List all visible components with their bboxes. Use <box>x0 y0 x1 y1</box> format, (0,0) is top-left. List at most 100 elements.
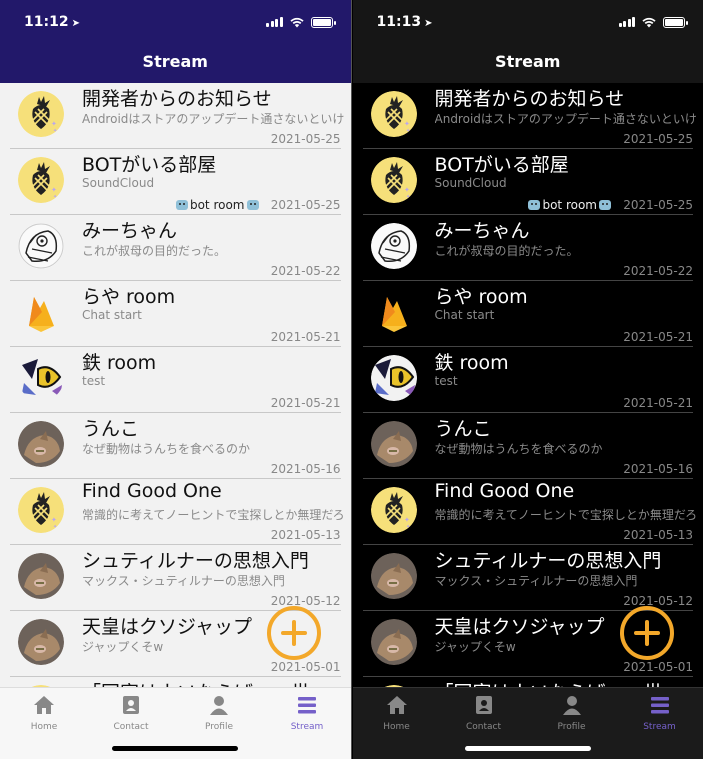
svg-text:✦: ✦ <box>51 120 57 128</box>
room-row[interactable]: 「国家はウソならば・・世… <box>363 677 694 687</box>
room-name: みーちゃん <box>434 220 530 242</box>
home-indicator[interactable] <box>464 746 591 751</box>
room-last-message: 常識的に考えてノーヒントで宝探しとか無理だろ <box>82 508 344 522</box>
tab-contact[interactable]: Contact <box>91 694 171 732</box>
room-row[interactable]: 「国家はウソならば・・世… <box>10 677 341 687</box>
room-row[interactable]: ✦✦ 開発者からのお知らせ Androidはストアのアップデート通さないといけな… <box>10 83 344 149</box>
pineapple-avatar: ✦ ✦ <box>18 91 64 137</box>
screenshot-comparison: Stream 11:12 ➤ ✦ ✦ 開発者からのお知らせ Androidはストアの… <box>0 0 703 759</box>
status-bar: 11:13 ➤ <box>353 0 703 44</box>
room-date: 2021-05-21 <box>270 396 341 410</box>
bot-room-badge: bot room <box>174 198 261 212</box>
room-row[interactable]: みーちゃん これが叔母の目的だった。 2021-05-22 <box>362 215 693 281</box>
tab-home[interactable]: Home <box>357 694 437 732</box>
cat-avatar <box>18 421 64 467</box>
tab-stream[interactable]: Stream <box>620 694 700 732</box>
robot-icon <box>246 200 259 210</box>
svg-text:✦: ✦ <box>406 524 410 530</box>
dark-mode-screen: Stream 11:13 ➤ ✦ ✦ 開発者からのお知らせ Androidはストアの… <box>352 0 703 759</box>
room-name: シュティルナーの思想入門 <box>82 550 309 572</box>
tab-home[interactable]: Home <box>4 694 84 732</box>
light-mode-screen: Stream 11:12 ➤ ✦ ✦ 開発者からのお知らせ Androidはストアの… <box>0 0 351 759</box>
room-row[interactable]: 鉄 room test 2021-05-21 <box>362 347 693 413</box>
add-room-button[interactable] <box>267 606 321 660</box>
manga-avatar <box>370 223 417 269</box>
room-name: 鉄 room <box>434 352 509 374</box>
room-last-message: Chat start <box>82 308 142 322</box>
room-name: 天皇はクソジャップ <box>82 616 253 638</box>
svg-text:✦: ✦ <box>51 516 57 524</box>
cat-avatar <box>370 553 417 599</box>
room-name: BOTがいる部屋 <box>434 154 569 176</box>
pineapple-avatar: ✦ ✦ <box>370 157 417 203</box>
clock: 11:13 <box>376 14 422 30</box>
room-row[interactable]: らや room Chat start 2021-05-21 <box>10 281 341 347</box>
room-name: 天皇はクソジャップ <box>434 616 605 638</box>
room-row[interactable]: ✦ ✦ BOTがいる部屋 SoundCloud bot room 2021-05-… <box>362 149 693 215</box>
firebase-avatar <box>18 289 64 335</box>
room-list[interactable]: ✦✦ 開発者からのお知らせ Androidはストアのアップデート通さないといけな… <box>352 83 703 687</box>
profile-icon <box>562 696 581 715</box>
contact-icon <box>475 696 492 714</box>
room-row[interactable]: らや room Chat start 2021-05-21 <box>362 281 693 347</box>
svg-text:✦: ✦ <box>404 516 410 524</box>
room-row[interactable]: ✦ ✦ Find Good One 常識的に考えてノーヒントで宝探しとか無理だろ … <box>10 479 344 545</box>
room-name: 開発者からのお知らせ <box>82 88 272 110</box>
home-icon <box>386 696 407 714</box>
svg-text:✦: ✦ <box>406 194 410 200</box>
room-date: 2021-05-21 <box>623 330 693 344</box>
room-row[interactable]: ✦✦ 開発者からのお知らせ Androidはストアのアップデート通さないといけな… <box>362 83 697 149</box>
room-date: 2021-05-25 <box>270 198 341 212</box>
tab-profile[interactable]: Profile <box>179 694 259 732</box>
room-date: 2021-05-16 <box>623 462 693 476</box>
room-row[interactable]: ✦ ✦ Find Good One 常識的に考えてノーヒントで宝探しとか無理だろ … <box>362 479 697 545</box>
bot-room-badge: bot room <box>526 198 613 212</box>
room-date: 2021-05-22 <box>623 264 693 278</box>
room-date: 2021-05-12 <box>270 594 341 608</box>
stream-icon <box>650 697 669 714</box>
tab-stream[interactable]: Stream <box>267 694 347 732</box>
room-last-message: test <box>82 374 106 388</box>
svg-text:✦: ✦ <box>406 128 410 134</box>
room-row[interactable]: ✦ ✦ BOTがいる部屋 SoundCloud bot room 2021-05-… <box>10 149 341 215</box>
cellular-signal-icon <box>266 17 283 27</box>
svg-text:✦: ✦ <box>53 524 57 530</box>
home-icon <box>34 696 54 714</box>
cat-avatar <box>370 619 417 665</box>
svg-text:✦: ✦ <box>404 186 410 194</box>
tab-contact[interactable]: Contact <box>444 694 524 732</box>
tab-profile[interactable]: Profile <box>532 694 612 732</box>
battery-icon <box>663 16 688 28</box>
room-row[interactable]: うんこ なぜ動物はうんちを食べるのか 2021-05-16 <box>10 413 341 479</box>
room-date: 2021-05-25 <box>270 132 341 146</box>
room-row[interactable]: シュティルナーの思想入門 マックス・シュティルナーの思想入門 2021-05-1… <box>362 545 693 611</box>
room-date: 2021-05-01 <box>623 660 693 674</box>
room-row[interactable]: シュティルナーの思想入門 マックス・シュティルナーの思想入門 2021-05-1… <box>10 545 341 611</box>
cat-avatar <box>18 553 64 599</box>
room-date: 2021-05-21 <box>270 330 341 344</box>
pineapple-avatar: ✦ ✦ <box>18 487 64 533</box>
svg-text:✦: ✦ <box>51 186 57 194</box>
status-bar: 11:12 ➤ <box>0 0 351 44</box>
clock: 11:12 <box>24 14 69 30</box>
svg-text:✦: ✦ <box>53 128 57 134</box>
home-indicator[interactable] <box>112 746 238 751</box>
profile-icon <box>210 696 228 715</box>
room-list[interactable]: ✦✦ 開発者からのお知らせ Androidはストアのアップデート通さないといけな… <box>0 83 351 687</box>
room-last-message: なぜ動物はうんちを食べるのか <box>434 442 603 456</box>
robot-icon <box>175 200 188 210</box>
add-room-button[interactable] <box>619 606 674 660</box>
cellular-signal-icon <box>618 17 635 27</box>
svg-text:✦: ✦ <box>404 120 410 128</box>
room-last-message: Androidはストアのアップデート通さないといけないので <box>434 112 697 126</box>
room-last-message: SoundCloud <box>434 176 507 190</box>
room-name: 「国家はウソならば・・世… <box>82 678 329 687</box>
robot-icon <box>528 200 541 210</box>
abstract-avatar <box>18 355 64 401</box>
room-last-message: マックス・シュティルナーの思想入門 <box>82 574 285 588</box>
page-title: Stream <box>495 52 561 71</box>
room-row[interactable]: みーちゃん これが叔母の目的だった。 2021-05-22 <box>10 215 341 281</box>
wifi-icon <box>289 17 304 28</box>
room-row[interactable]: うんこ なぜ動物はうんちを食べるのか 2021-05-16 <box>362 413 693 479</box>
room-row[interactable]: 鉄 room test 2021-05-21 <box>10 347 341 413</box>
